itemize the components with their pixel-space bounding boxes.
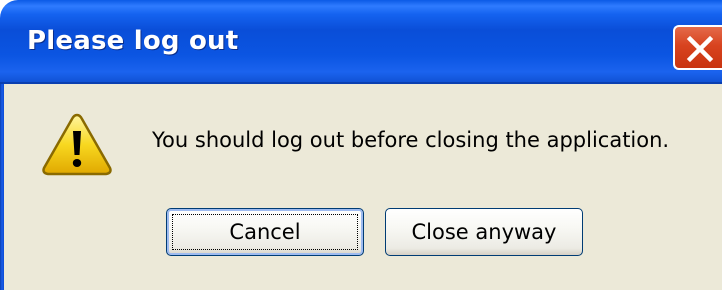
dialog-window: Please log out You should log out before… [0,0,722,290]
close-window-button[interactable] [673,25,722,70]
warning-icon [42,113,112,176]
cancel-button-label: Cancel [229,220,301,244]
dialog-title: Please log out [27,26,239,56]
close-anyway-button[interactable]: Close anyway [385,208,583,256]
cancel-button[interactable]: Cancel [166,208,364,256]
window-frame-left [0,84,4,290]
close-icon [686,35,714,63]
close-anyway-button-label: Close anyway [411,220,557,244]
dialog-message: You should log out before closing the ap… [152,128,670,152]
title-bar[interactable]: Please log out [0,0,722,84]
